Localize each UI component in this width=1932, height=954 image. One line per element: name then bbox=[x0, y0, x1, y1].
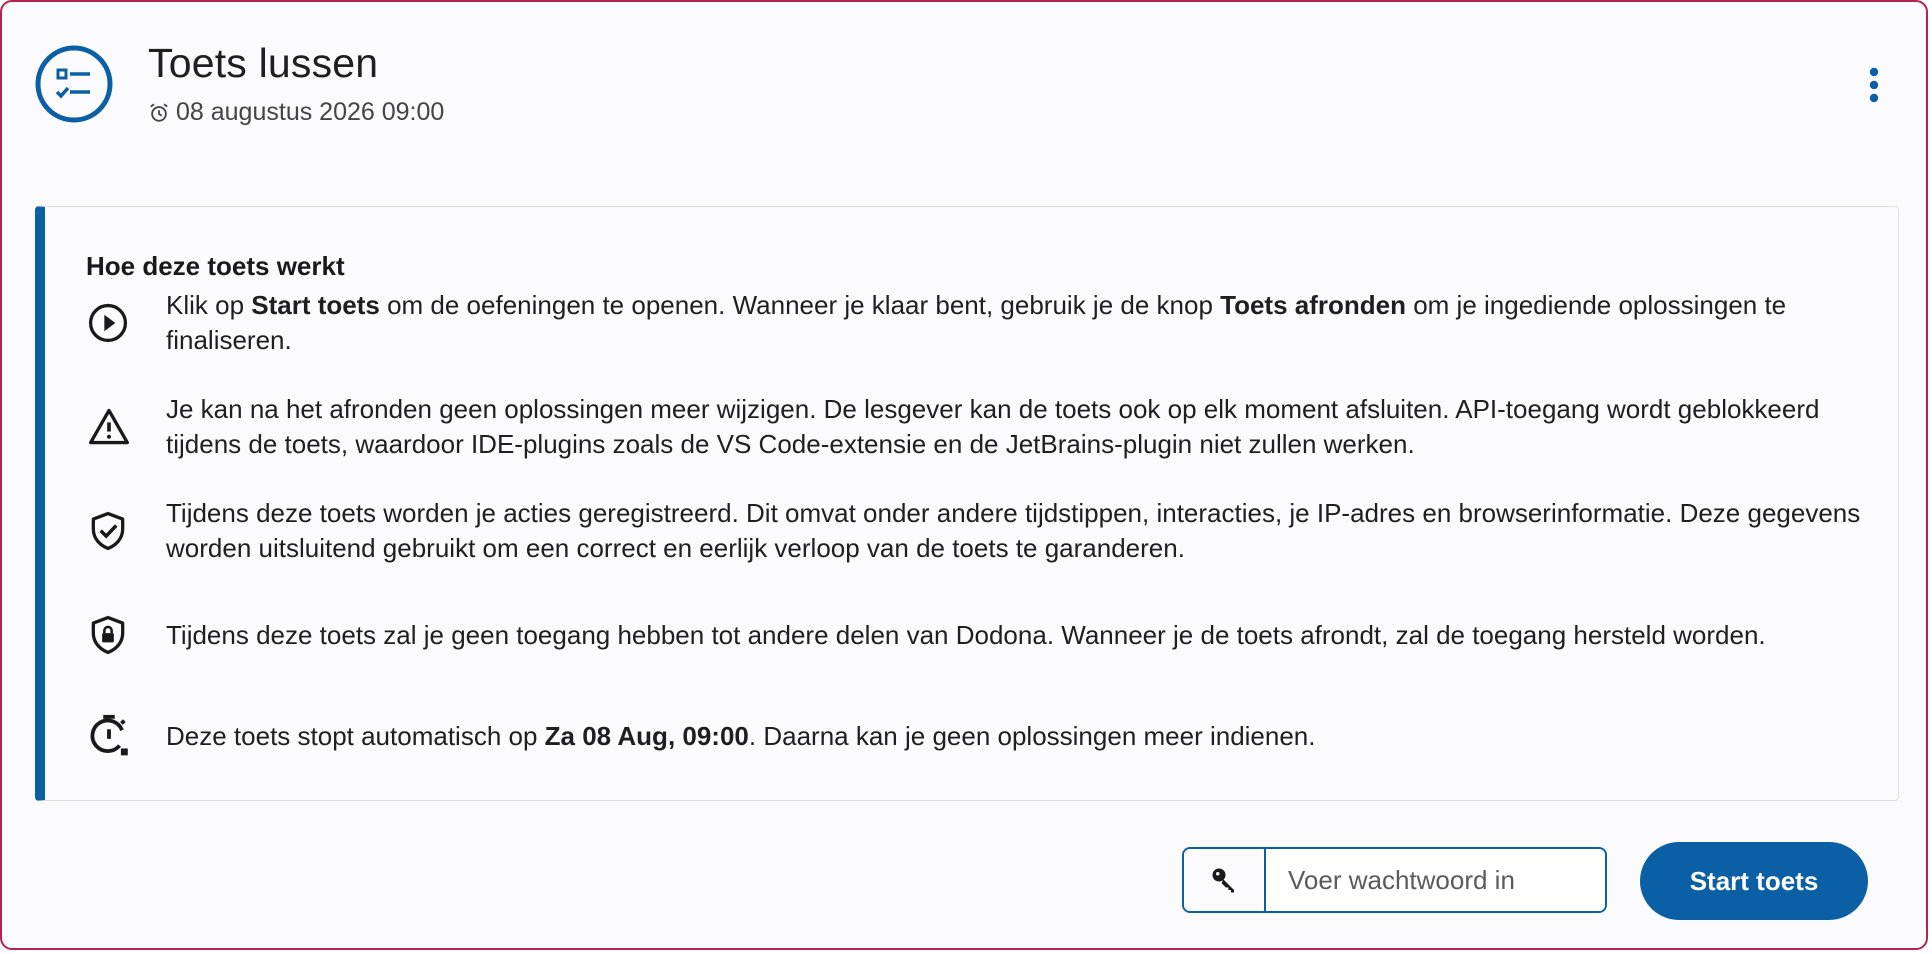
instruction-lockdown: Tijdens deze toets zal je geen toegang h… bbox=[86, 599, 1876, 671]
instruction-lockdown-text: Tijdens deze toets zal je geen toegang h… bbox=[166, 619, 1766, 650]
instruction-deadline-text: Deze toets stopt automatisch op Za 08 Au… bbox=[166, 720, 1316, 751]
more-vertical-icon bbox=[1869, 67, 1879, 103]
timer-alert-icon bbox=[86, 712, 166, 760]
shield-lock-icon bbox=[86, 612, 166, 658]
instruction-logging-text: Tijdens deze toets worden je acties gere… bbox=[166, 498, 1861, 563]
exam-card: Toets lussen 08 augustus 2026 09:00 Hoe … bbox=[0, 0, 1928, 950]
page-title: Toets lussen bbox=[148, 40, 379, 86]
play-circle-icon bbox=[86, 301, 166, 345]
shield-check-icon bbox=[86, 508, 166, 554]
exam-date-text: 08 augustus 2026 09:00 bbox=[176, 98, 445, 126]
instruction-logging: Tijdens deze toets worden je acties gere… bbox=[86, 495, 1876, 567]
instructions-title: Hoe deze toets werkt bbox=[86, 251, 345, 281]
start-exam-button[interactable]: Start toets bbox=[1640, 842, 1868, 920]
alarm-clock-icon bbox=[150, 103, 168, 122]
instruction-warning-text: Je kan na het afronden geen oplossingen … bbox=[166, 394, 1820, 459]
more-options-button[interactable] bbox=[1854, 60, 1894, 110]
instruction-start: Klik op Start toets om de oefeningen te … bbox=[86, 287, 1876, 359]
exam-datetime: 08 augustus 2026 09:00 bbox=[148, 98, 444, 127]
password-field-group bbox=[1182, 847, 1607, 913]
exam-header: Toets lussen 08 augustus 2026 09:00 bbox=[34, 40, 1894, 140]
warning-icon bbox=[86, 405, 166, 449]
instruction-warning: Je kan na het afronden geen oplossingen … bbox=[86, 391, 1876, 463]
password-input[interactable] bbox=[1266, 849, 1605, 911]
exam-instructions: Hoe deze toets werkt Klik op Start toets… bbox=[35, 206, 1899, 801]
instruction-start-text: Klik op Start toets om de oefeningen te … bbox=[166, 290, 1787, 355]
instruction-deadline: Deze toets stopt automatisch op Za 08 Au… bbox=[86, 711, 1876, 761]
checklist-icon bbox=[34, 44, 114, 124]
key-icon bbox=[1184, 849, 1266, 911]
